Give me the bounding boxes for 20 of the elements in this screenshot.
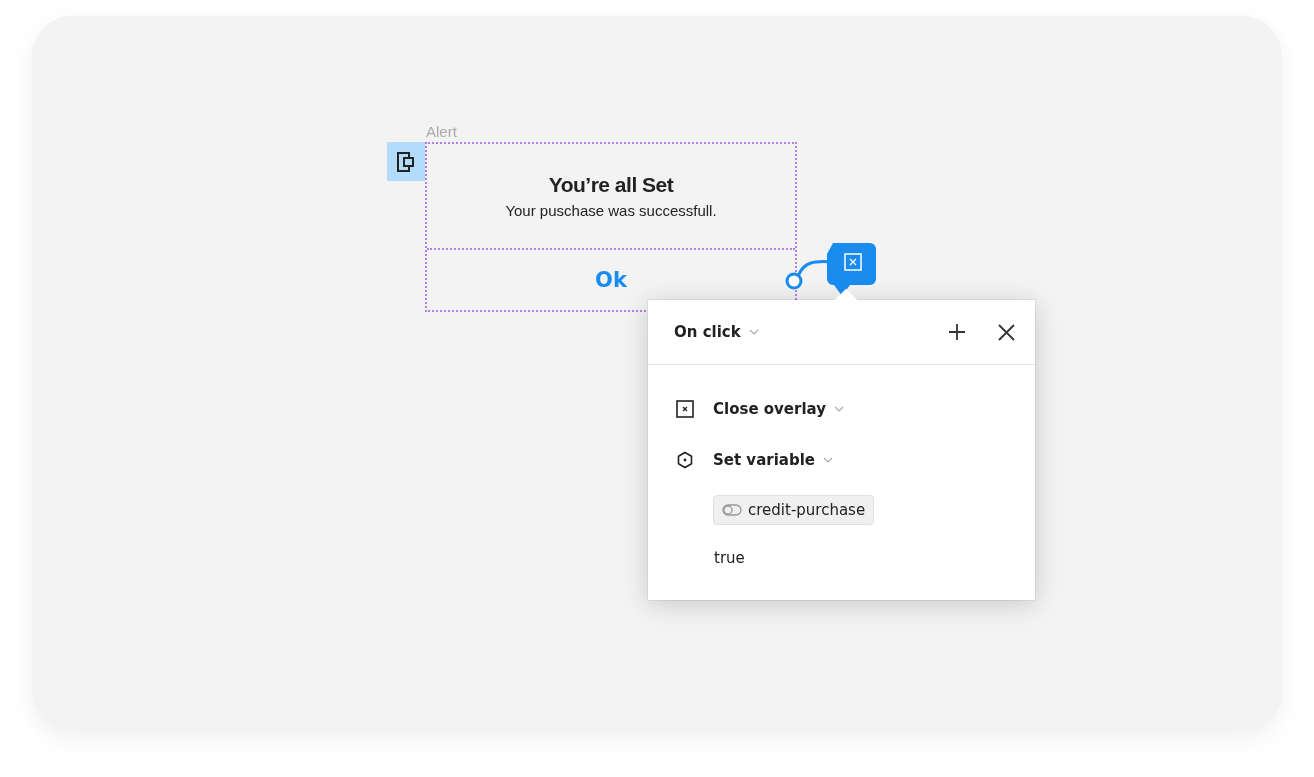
plus-icon [948, 323, 966, 341]
action-dropdown[interactable]: Set variable [713, 450, 815, 469]
chevron-down-icon [748, 329, 759, 335]
add-button[interactable] [948, 323, 966, 341]
frame-label: Alert [426, 122, 458, 142]
chevron-down-icon [834, 405, 844, 412]
close-icon [998, 323, 1015, 341]
variable-value[interactable]: true [714, 549, 1035, 567]
component-tile[interactable] [387, 142, 425, 181]
close-overlay-icon [676, 399, 694, 418]
chevron-down-icon [823, 456, 833, 463]
alert-title: You’re all Set [548, 173, 674, 197]
trigger-dropdown[interactable]: On click [674, 323, 741, 341]
toggle-icon [722, 504, 742, 516]
close-button[interactable] [998, 323, 1015, 341]
frame-icon [396, 150, 416, 173]
action-dropdown[interactable]: Close overlay [713, 399, 826, 418]
variable-chip[interactable]: credit-purchase [713, 495, 875, 525]
hexagon-icon [676, 450, 694, 469]
alert-message: Your puschase was successfull. [505, 202, 717, 219]
